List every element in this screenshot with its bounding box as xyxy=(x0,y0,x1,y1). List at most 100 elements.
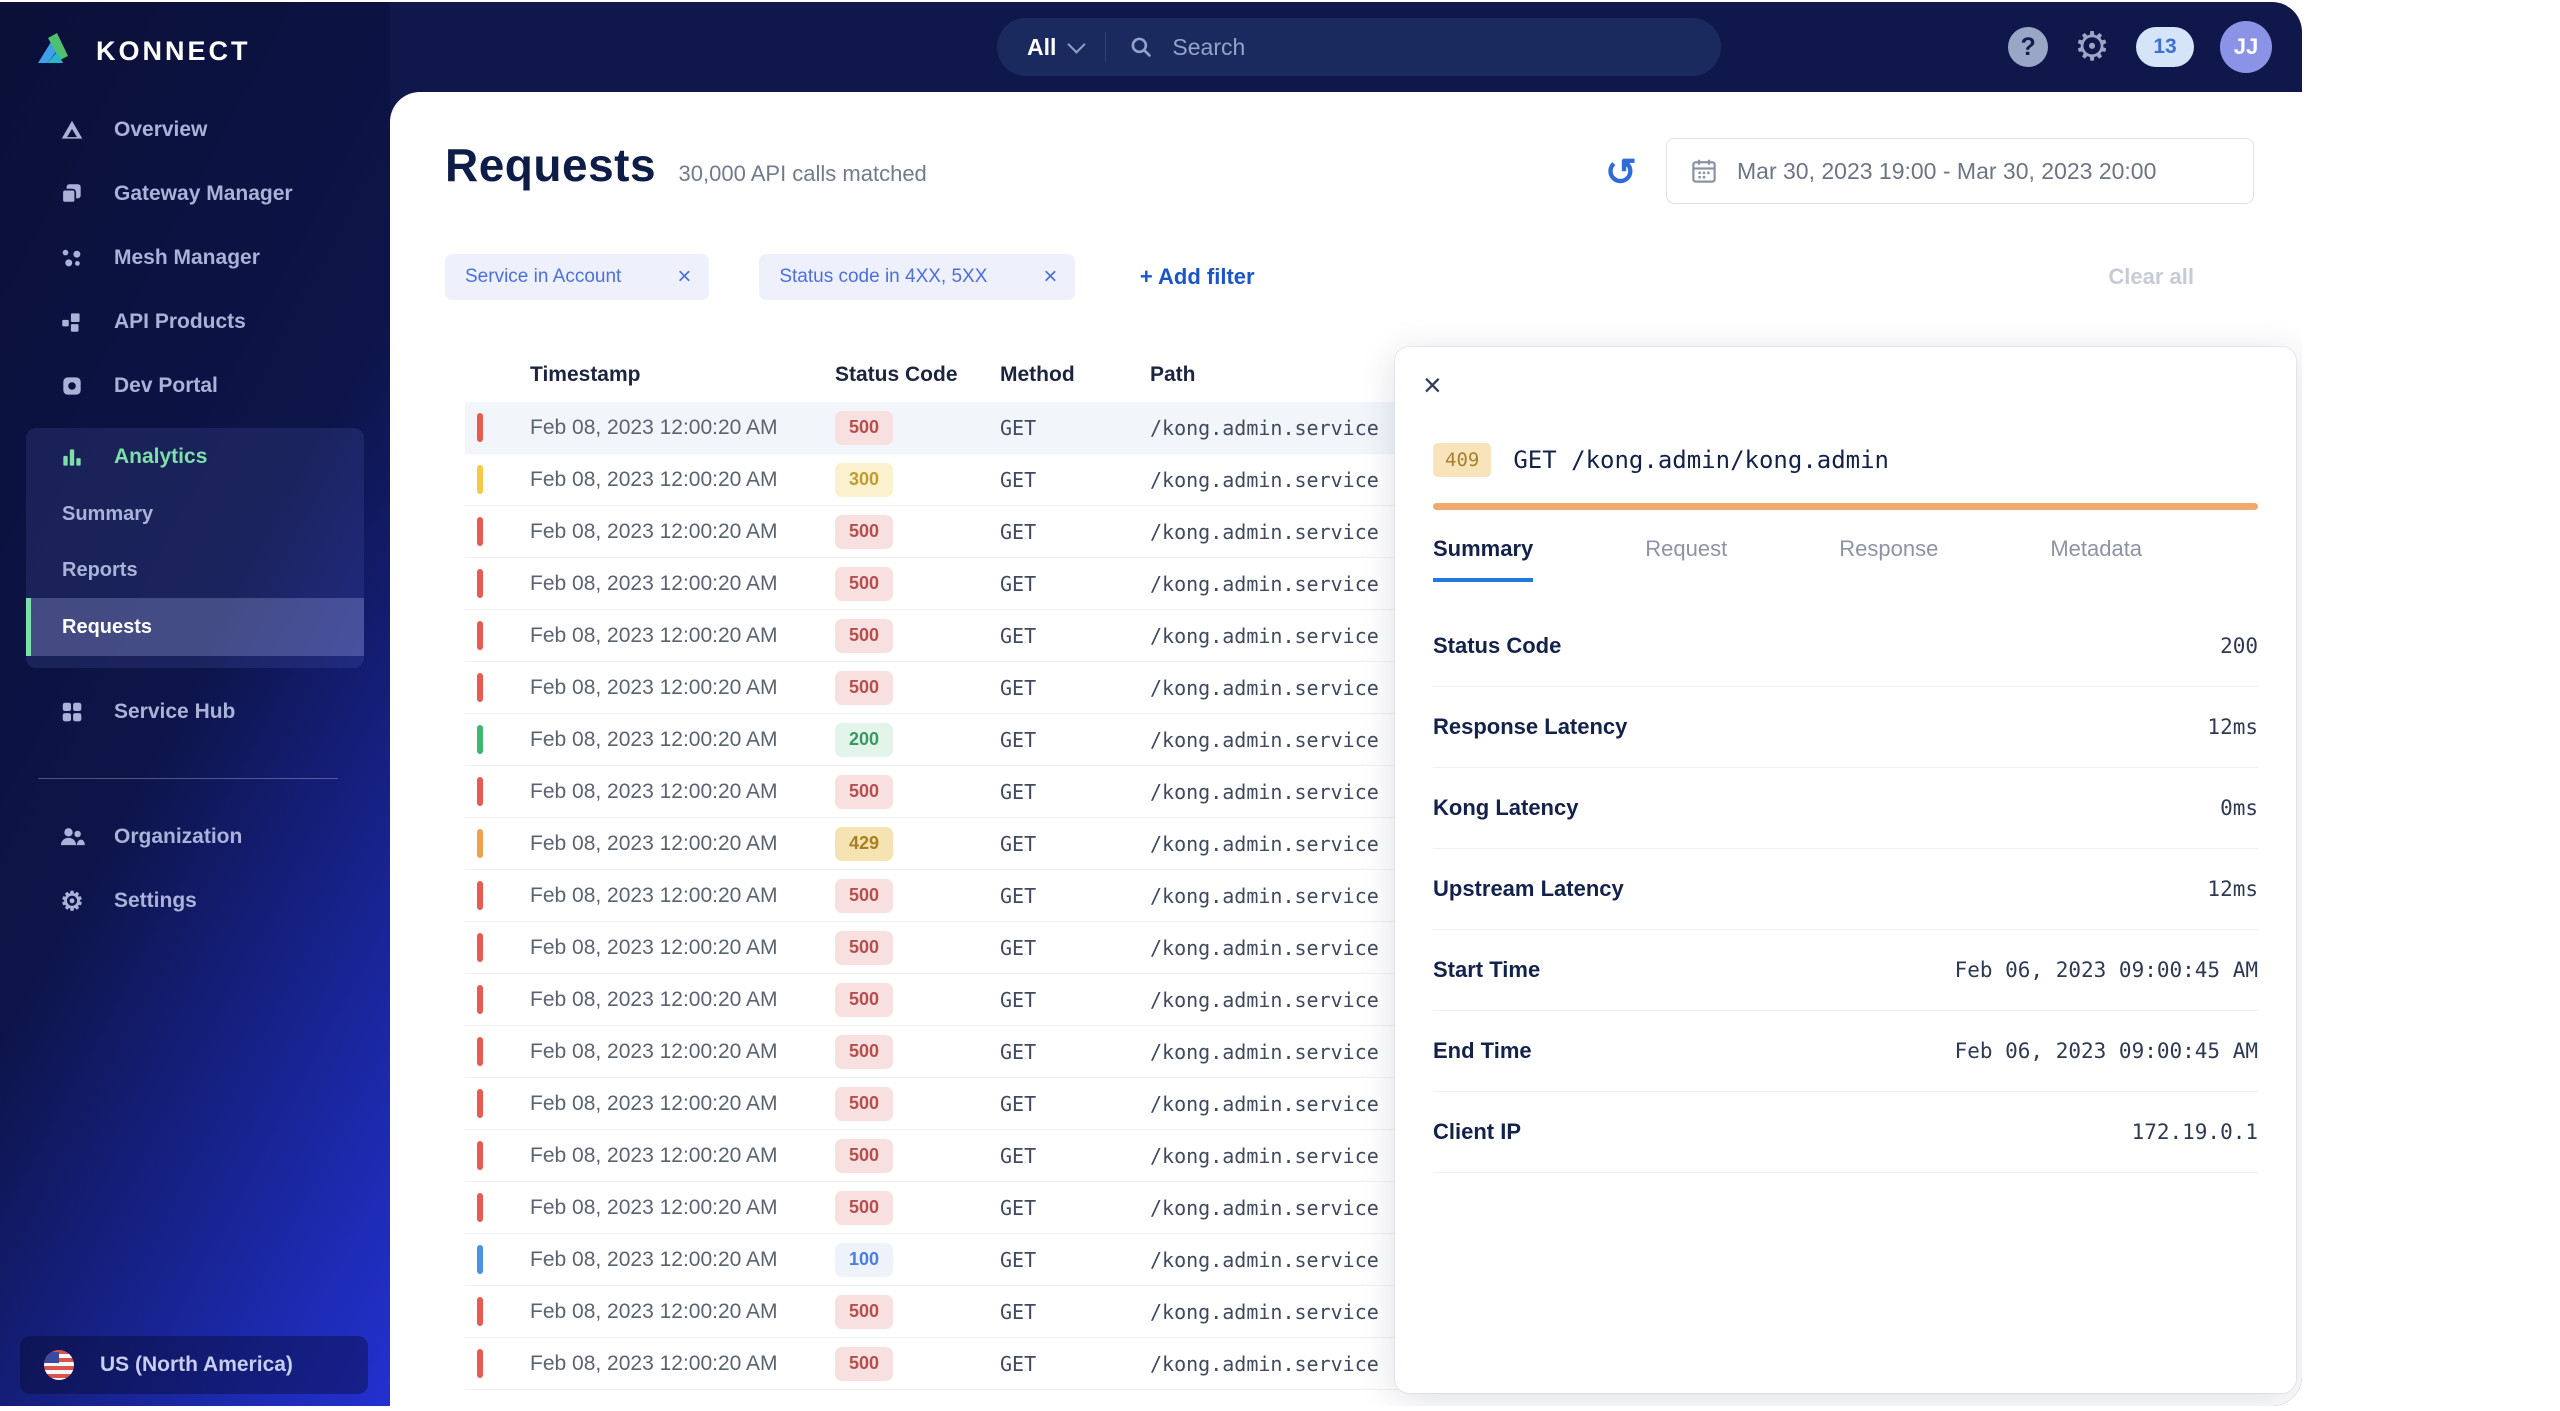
table-row[interactable]: Feb 08, 2023 12:00:20 AM500GET/kong.admi… xyxy=(465,558,1405,610)
sidebar-item-label: API Products xyxy=(114,310,246,334)
status-color-bar xyxy=(477,1141,483,1170)
service-hub-icon xyxy=(58,699,86,725)
filter-chip-status-code-in-4xx-5xx[interactable]: Status code in 4XX, 5XX× xyxy=(759,254,1075,300)
status-code-badge: 300 xyxy=(835,463,893,497)
date-range-picker[interactable]: Mar 30, 2023 19:00 - Mar 30, 2023 20:00 xyxy=(1666,138,2254,204)
table-row[interactable]: Feb 08, 2023 12:00:20 AM500GET/kong.admi… xyxy=(465,662,1405,714)
table-row[interactable]: Feb 08, 2023 12:00:20 AM500GET/kong.admi… xyxy=(465,1286,1405,1338)
cell-method: GET xyxy=(1000,1040,1150,1064)
sidebar-item-mesh-manager[interactable]: Mesh Manager xyxy=(0,226,390,290)
requests-table: TimestampStatus CodeMethodPath Feb 08, 2… xyxy=(465,348,1405,1390)
tab-metadata[interactable]: Metadata xyxy=(2050,536,2142,582)
page-head: Requests 30,000 API calls matched xyxy=(445,138,927,192)
filter-chip-service-in-account[interactable]: Service in Account× xyxy=(445,254,709,300)
table-row[interactable]: Feb 08, 2023 12:00:20 AM200GET/kong.admi… xyxy=(465,714,1405,766)
sidebar-item-api-products[interactable]: API Products xyxy=(0,290,390,354)
cell-status-code: 429 xyxy=(835,827,1000,861)
table-row[interactable]: Feb 08, 2023 12:00:20 AM500GET/kong.admi… xyxy=(465,506,1405,558)
sidebar-item-gateway-manager[interactable]: Gateway Manager xyxy=(0,162,390,226)
avatar[interactable]: JJ xyxy=(2220,21,2272,73)
table-row[interactable]: Feb 08, 2023 12:00:20 AM100GET/kong.admi… xyxy=(465,1234,1405,1286)
region-selector[interactable]: US (North America) xyxy=(20,1336,368,1394)
table-row[interactable]: Feb 08, 2023 12:00:20 AM429GET/kong.admi… xyxy=(465,818,1405,870)
tab-summary[interactable]: Summary xyxy=(1433,536,1533,582)
table-header: TimestampStatus CodeMethodPath xyxy=(465,348,1405,402)
search-input[interactable] xyxy=(1170,33,1604,62)
cell-method: GET xyxy=(1000,1248,1150,1272)
sidebar-item-service-hub[interactable]: Service Hub xyxy=(0,680,390,744)
table-row[interactable]: Feb 08, 2023 12:00:20 AM500GET/kong.admi… xyxy=(465,1182,1405,1234)
cell-timestamp: Feb 08, 2023 12:00:20 AM xyxy=(530,416,835,440)
cell-status-code: 500 xyxy=(835,1087,1000,1121)
detail-field-label: Status Code xyxy=(1433,633,1561,659)
sidebar-item-reports[interactable]: Reports xyxy=(26,542,364,598)
search-scope-selector[interactable]: All xyxy=(1027,34,1083,61)
status-code-badge: 500 xyxy=(835,567,893,601)
table-row[interactable]: Feb 08, 2023 12:00:20 AM500GET/kong.admi… xyxy=(465,1130,1405,1182)
detail-field-label: End Time xyxy=(1433,1038,1532,1064)
region-label: US (North America) xyxy=(100,1353,293,1377)
detail-field-label: Kong Latency xyxy=(1433,795,1578,821)
notification-badge[interactable]: 13 xyxy=(2136,27,2194,67)
sidebar-item-requests[interactable]: Requests xyxy=(26,598,364,656)
table-row[interactable]: Feb 08, 2023 12:00:20 AM300GET/kong.admi… xyxy=(465,454,1405,506)
main-content: Requests 30,000 API calls matched ↺ Mar … xyxy=(390,92,2302,1406)
cell-timestamp: Feb 08, 2023 12:00:20 AM xyxy=(530,468,835,492)
table-row[interactable]: Feb 08, 2023 12:00:20 AM500GET/kong.admi… xyxy=(465,1078,1405,1130)
sidebar-item-label: Organization xyxy=(114,825,242,849)
close-icon[interactable]: × xyxy=(1423,367,1442,404)
cell-method: GET xyxy=(1000,988,1150,1012)
refresh-icon[interactable]: ↺ xyxy=(1605,150,1637,195)
table-row[interactable]: Feb 08, 2023 12:00:20 AM500GET/kong.admi… xyxy=(465,974,1405,1026)
analytics-icon xyxy=(58,444,86,470)
cell-method: GET xyxy=(1000,1092,1150,1116)
status-color-bar xyxy=(477,829,483,858)
sidebar-item-organization[interactable]: Organization xyxy=(0,805,390,869)
sidebar-item-overview[interactable]: Overview xyxy=(0,98,390,162)
remove-filter-icon[interactable]: × xyxy=(1043,263,1057,291)
detail-field-value: Feb 06, 2023 09:00:45 AM xyxy=(1955,1039,2258,1063)
sidebar-item-dev-portal[interactable]: Dev Portal xyxy=(0,354,390,418)
remove-filter-icon[interactable]: × xyxy=(677,263,691,291)
help-icon[interactable]: ? xyxy=(2008,27,2048,67)
detail-tabs: Summary Request Response Metadata xyxy=(1433,536,2258,582)
table-row[interactable]: Feb 08, 2023 12:00:20 AM500GET/kong.admi… xyxy=(465,610,1405,662)
cell-timestamp: Feb 08, 2023 12:00:20 AM xyxy=(530,572,835,596)
table-row[interactable]: Feb 08, 2023 12:00:20 AM500GET/kong.admi… xyxy=(465,1338,1405,1390)
cell-timestamp: Feb 08, 2023 12:00:20 AM xyxy=(530,1248,835,1272)
table-row[interactable]: Feb 08, 2023 12:00:20 AM500GET/kong.admi… xyxy=(465,402,1405,454)
mesh-manager-icon xyxy=(58,245,86,271)
table-row[interactable]: Feb 08, 2023 12:00:20 AM500GET/kong.admi… xyxy=(465,922,1405,974)
table-row[interactable]: Feb 08, 2023 12:00:20 AM500GET/kong.admi… xyxy=(465,766,1405,818)
cell-path: /kong.admin.service xyxy=(1150,1040,1405,1064)
status-code-badge: 500 xyxy=(835,1139,893,1173)
cell-path: /kong.admin.service xyxy=(1150,988,1405,1012)
tab-response[interactable]: Response xyxy=(1839,536,1938,582)
add-filter-button[interactable]: + Add filter xyxy=(1140,264,1255,290)
gear-icon[interactable]: ⚙ xyxy=(2074,27,2110,67)
cell-method: GET xyxy=(1000,624,1150,648)
sidebar-item-label: Overview xyxy=(114,118,207,142)
detail-field-value: 12ms xyxy=(2207,715,2258,739)
clear-all-button[interactable]: Clear all xyxy=(2108,264,2194,290)
sidebar-item-analytics[interactable]: Analytics xyxy=(26,428,364,486)
column-header-timestamp: Timestamp xyxy=(530,363,835,387)
table-row[interactable]: Feb 08, 2023 12:00:20 AM500GET/kong.admi… xyxy=(465,1026,1405,1078)
sidebar-item-summary[interactable]: Summary xyxy=(26,486,364,542)
status-color-bar xyxy=(477,517,483,546)
cell-status-code: 500 xyxy=(835,515,1000,549)
cell-path: /kong.admin.service xyxy=(1150,936,1405,960)
status-code-badge: 500 xyxy=(835,671,893,705)
cell-path: /kong.admin.service xyxy=(1150,1196,1405,1220)
cell-status-code: 200 xyxy=(835,723,1000,757)
status-color-bar xyxy=(477,1245,483,1274)
status-code-badge: 500 xyxy=(835,1295,893,1329)
cell-path: /kong.admin.service xyxy=(1150,468,1405,492)
table-row[interactable]: Feb 08, 2023 12:00:20 AM500GET/kong.admi… xyxy=(465,870,1405,922)
sidebar-item-settings[interactable]: ⚙Settings xyxy=(0,869,390,933)
detail-field-label: Upstream Latency xyxy=(1433,876,1624,902)
konnect-logo[interactable]: KONNECT xyxy=(0,2,390,76)
tab-request[interactable]: Request xyxy=(1645,536,1727,582)
cell-timestamp: Feb 08, 2023 12:00:20 AM xyxy=(530,728,835,752)
column-header-method: Method xyxy=(1000,363,1150,387)
